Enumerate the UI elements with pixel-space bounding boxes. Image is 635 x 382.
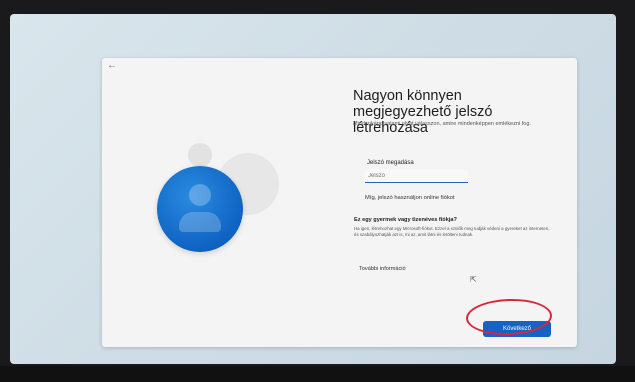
more-info-link[interactable]: További információ — [359, 266, 406, 272]
decor-circle-small — [188, 143, 212, 167]
back-arrow-icon[interactable]: ← — [107, 60, 117, 71]
mouse-cursor-icon: ⇱ — [470, 275, 477, 284]
avatar-head — [189, 184, 211, 206]
online-account-link[interactable]: Míg, jelszó használjon online fiókot — [365, 195, 455, 201]
page-title: Nagyon könnyen megjegyezhető jelszó létr… — [353, 88, 493, 136]
password-input[interactable] — [365, 169, 468, 183]
monitor-bezel — [0, 366, 635, 382]
password-label: Jelszó megadása — [367, 160, 414, 166]
child-account-text: Ha igen, létrehozhat egy Microsoft-fióko… — [354, 226, 550, 237]
child-account-heading: Ez egy gyermek vagy tizenéves fiókja? — [354, 217, 457, 223]
page-subtitle: Mindenképp valami olyat válasszon, amire… — [353, 121, 531, 127]
avatar-body — [179, 212, 221, 232]
user-avatar-icon — [157, 166, 243, 252]
